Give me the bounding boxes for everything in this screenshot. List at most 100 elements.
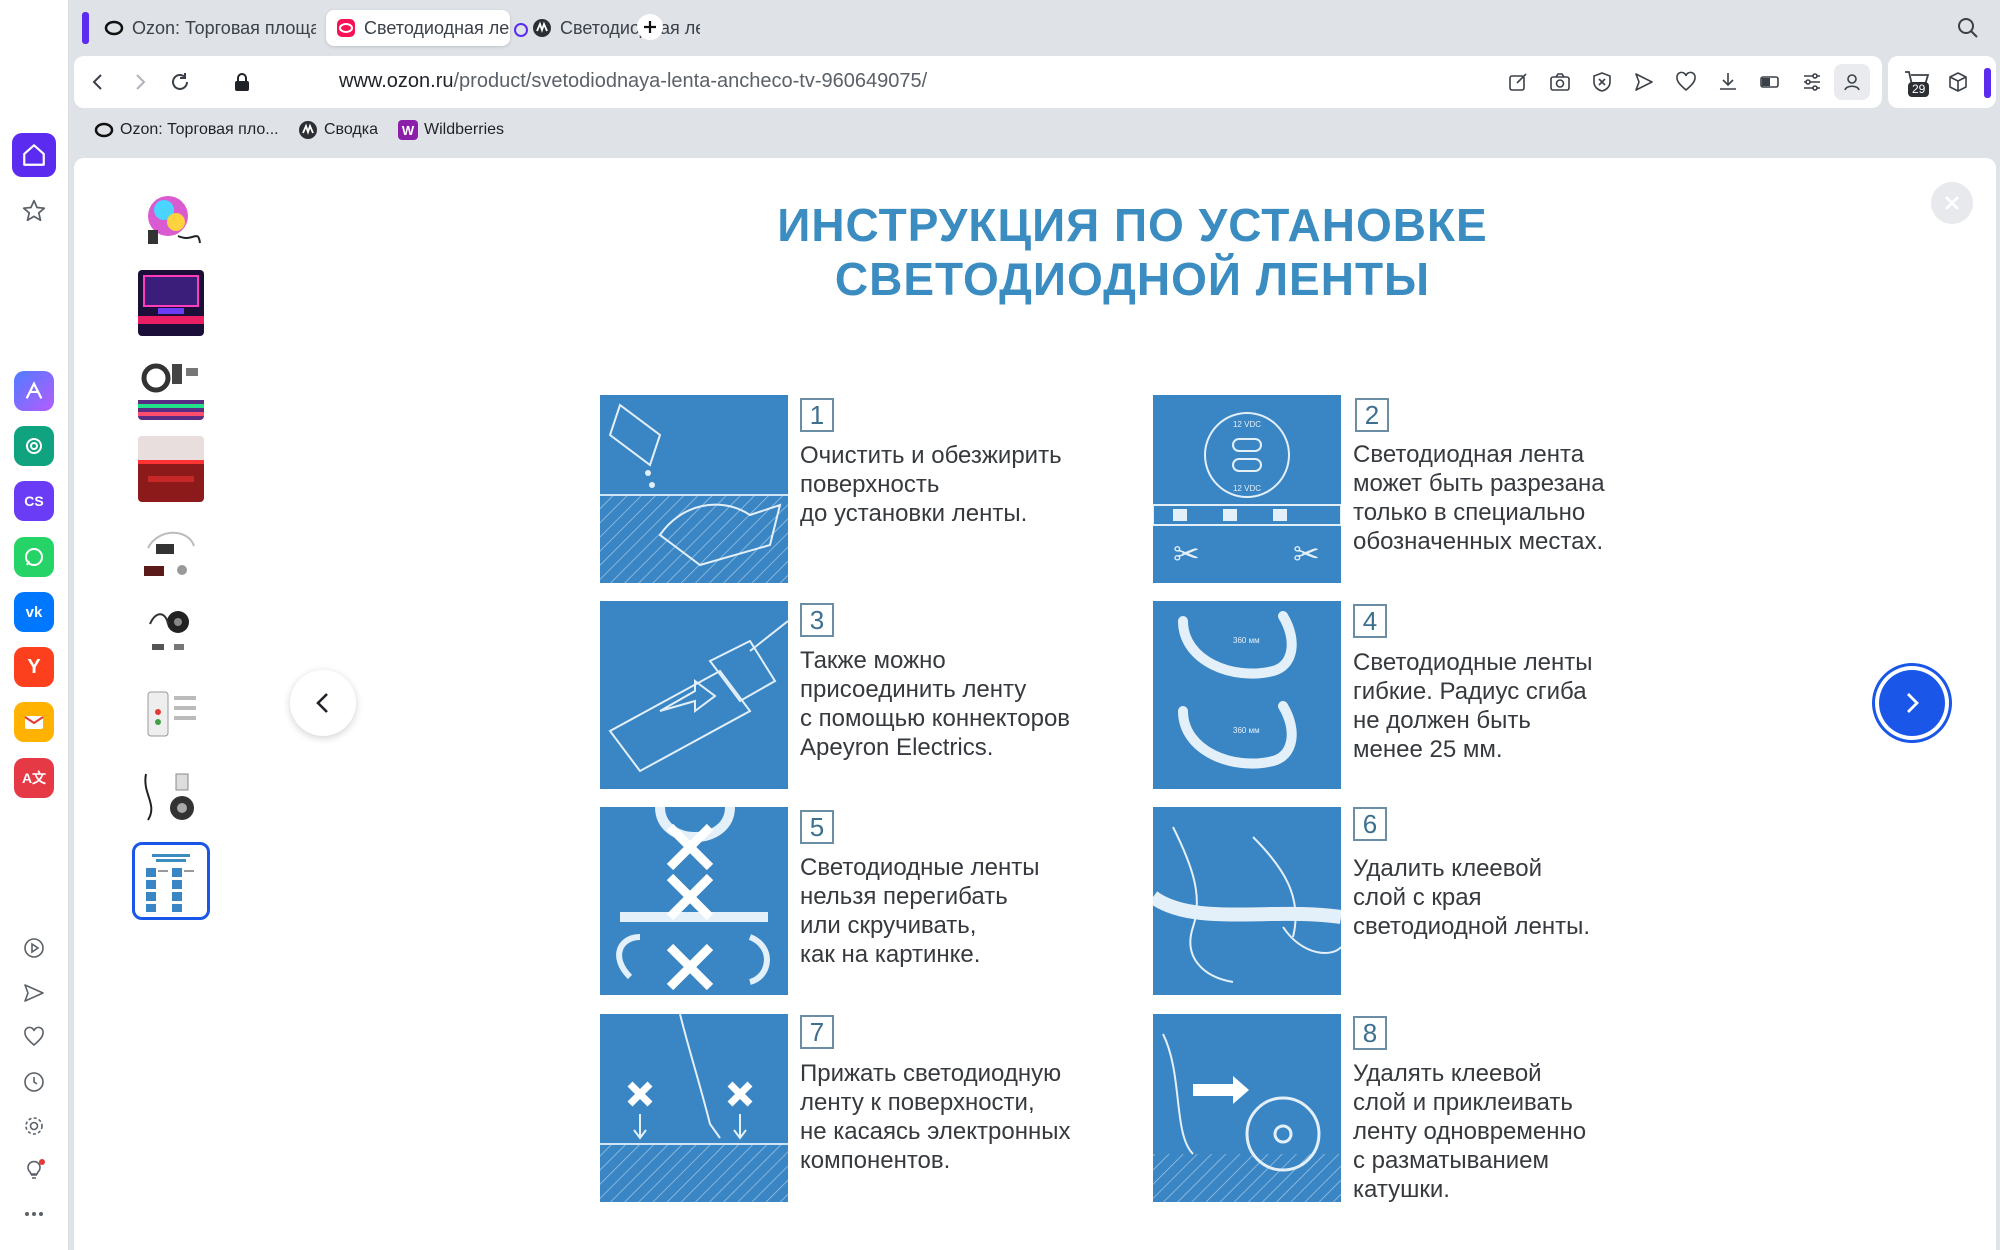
sidebar-app-chatgpt[interactable] [14, 426, 54, 466]
edit-icon [1509, 73, 1527, 91]
easy-setup-button[interactable] [1798, 68, 1826, 96]
send-icon [24, 984, 44, 1002]
sidebar-history-button[interactable] [20, 1068, 48, 1096]
edit-page-button[interactable] [1504, 68, 1532, 96]
sidebar-send-button[interactable] [20, 979, 48, 1007]
clock-icon [24, 1072, 44, 1092]
bookmark-wildberries[interactable]: W Wildberries [398, 120, 504, 140]
tab-title: Светодиодная лента anch [364, 17, 510, 38]
lightbulb-icon [27, 1159, 45, 1179]
bookmark-label: Wildberries [424, 121, 505, 138]
url-path: /product/svetodiodnaya-lenta-ancheco-tv-… [453, 70, 928, 92]
svg-text:W: W [402, 123, 415, 138]
more-dots-icon [25, 1212, 43, 1216]
step-4-illustration: 360 мм 360 мм [1153, 601, 1341, 789]
address-bar[interactable]: www.ozon.ru/product/svetodiodnaya-lenta-… [339, 70, 927, 93]
step-4-number: 4 [1353, 604, 1387, 638]
bookmark-label: Ozon: Торговая пло... [120, 121, 279, 138]
step-3-number: 3 [800, 603, 834, 637]
cs-icon: CS [24, 493, 44, 509]
shield-icon [1593, 72, 1611, 92]
plus-icon [644, 21, 656, 33]
lock-icon [235, 73, 249, 91]
svg-text:✂: ✂ [1173, 535, 1200, 573]
step-5-number: 5 [800, 810, 834, 844]
extensions-panel: 29 [1888, 56, 1996, 108]
previous-image-button[interactable] [290, 670, 356, 736]
tab-title: Светодиодная лента с [560, 17, 700, 38]
bookmarks-bar: Ozon: Торговая пло... Сводка W Wildberri… [74, 112, 1996, 154]
step-6-illustration [1153, 807, 1341, 995]
chatgpt-icon [26, 438, 42, 454]
sidebar-tips-button[interactable] [20, 1156, 48, 1184]
download-icon [1720, 73, 1736, 90]
cart-badge: 29 [1908, 82, 1930, 97]
home-icon [23, 144, 45, 166]
cart-extension-button[interactable]: 29 [1900, 68, 1934, 97]
thumbnail-6[interactable] [138, 600, 204, 666]
downloads-button[interactable] [1714, 68, 1742, 96]
ozon-ring-icon [94, 122, 114, 138]
sidebar-app-vk[interactable]: vk [14, 592, 54, 632]
reload-button[interactable] [166, 68, 194, 96]
send-icon [1635, 73, 1653, 91]
site-security-button[interactable] [228, 68, 256, 96]
user-icon [1844, 74, 1860, 91]
profile-button[interactable] [1834, 64, 1870, 100]
arrow-right-icon [136, 74, 146, 90]
yandex-icon: Y [27, 655, 41, 678]
sidebar-app-cs[interactable]: CS [14, 481, 54, 521]
step-7-number: 7 [800, 1015, 834, 1049]
thumbnail-8[interactable] [138, 764, 204, 830]
step-4-radius-bottom-label: 360 мм [1233, 726, 1260, 735]
new-tab-button[interactable] [637, 14, 663, 40]
box-extension-button[interactable] [1944, 68, 1972, 96]
tab-search-button[interactable] [1956, 16, 1982, 42]
thumbnail-5[interactable] [138, 518, 204, 584]
screenshot-button[interactable] [1546, 68, 1574, 96]
step-5-illustration [600, 807, 788, 995]
vk-icon: vk [25, 603, 43, 621]
step-8-number: 8 [1353, 1016, 1387, 1050]
bookmark-ozon[interactable]: Ozon: Торговая пло... [94, 120, 279, 140]
step-4-text: Светодиодные ленты гибкие. Радиус сгиба … [1353, 649, 1593, 763]
thumbnail-3[interactable] [138, 354, 204, 420]
adblock-button[interactable] [1588, 68, 1616, 96]
step-8-text: Удалять клеевой слой и приклеивать ленту… [1353, 1060, 1587, 1203]
step-1-text: Очистить и обезжирить поверхность до уст… [800, 442, 1062, 527]
battery-saver-button[interactable] [1756, 68, 1784, 96]
bookmark-svodka[interactable]: Сводка [298, 120, 378, 140]
sidebar-settings-button[interactable] [20, 1112, 48, 1140]
share-button[interactable] [1630, 68, 1658, 96]
panel-accent-bar [1984, 68, 1991, 98]
tab-ozon-home[interactable]: Ozon: Торговая площадка [94, 10, 316, 46]
tab-group-marker [82, 12, 89, 44]
wildberries-icon: W [398, 120, 418, 140]
ozon-logo-icon [337, 19, 355, 37]
sidebar-app-yandex[interactable]: Y [14, 647, 54, 687]
sidebar-likes-button[interactable] [20, 1023, 48, 1051]
sidebar-app-mail[interactable] [14, 702, 54, 742]
mail-icon [24, 716, 44, 729]
add-favorite-button[interactable] [1672, 68, 1700, 96]
chevron-right-icon [1907, 693, 1919, 713]
back-button[interactable] [84, 68, 112, 96]
play-circle-icon [24, 938, 44, 958]
sidebar-app-whatsapp[interactable] [14, 537, 54, 577]
sidebar-app-translator[interactable]: A文 [14, 758, 54, 798]
gear-icon [25, 1117, 43, 1135]
sidebar-more-button[interactable] [20, 1200, 48, 1228]
sidebar-video-button[interactable] [20, 934, 48, 962]
home-button[interactable] [12, 133, 56, 177]
next-image-button[interactable] [1879, 670, 1945, 736]
step-6-number: 6 [1353, 807, 1387, 841]
heart-icon [24, 1026, 44, 1047]
tab-product-2[interactable]: Светодиодная лента с [522, 10, 700, 46]
thumbnail-9[interactable] [132, 842, 210, 920]
sliders-icon [1804, 73, 1820, 91]
sidebar-app-aitools[interactable] [14, 371, 54, 411]
thumbnail-7[interactable] [138, 682, 204, 748]
thumbnail-4[interactable] [138, 436, 204, 502]
tab-product[interactable]: Светодиодная лента anch [326, 10, 510, 46]
forward-button[interactable] [126, 68, 154, 96]
